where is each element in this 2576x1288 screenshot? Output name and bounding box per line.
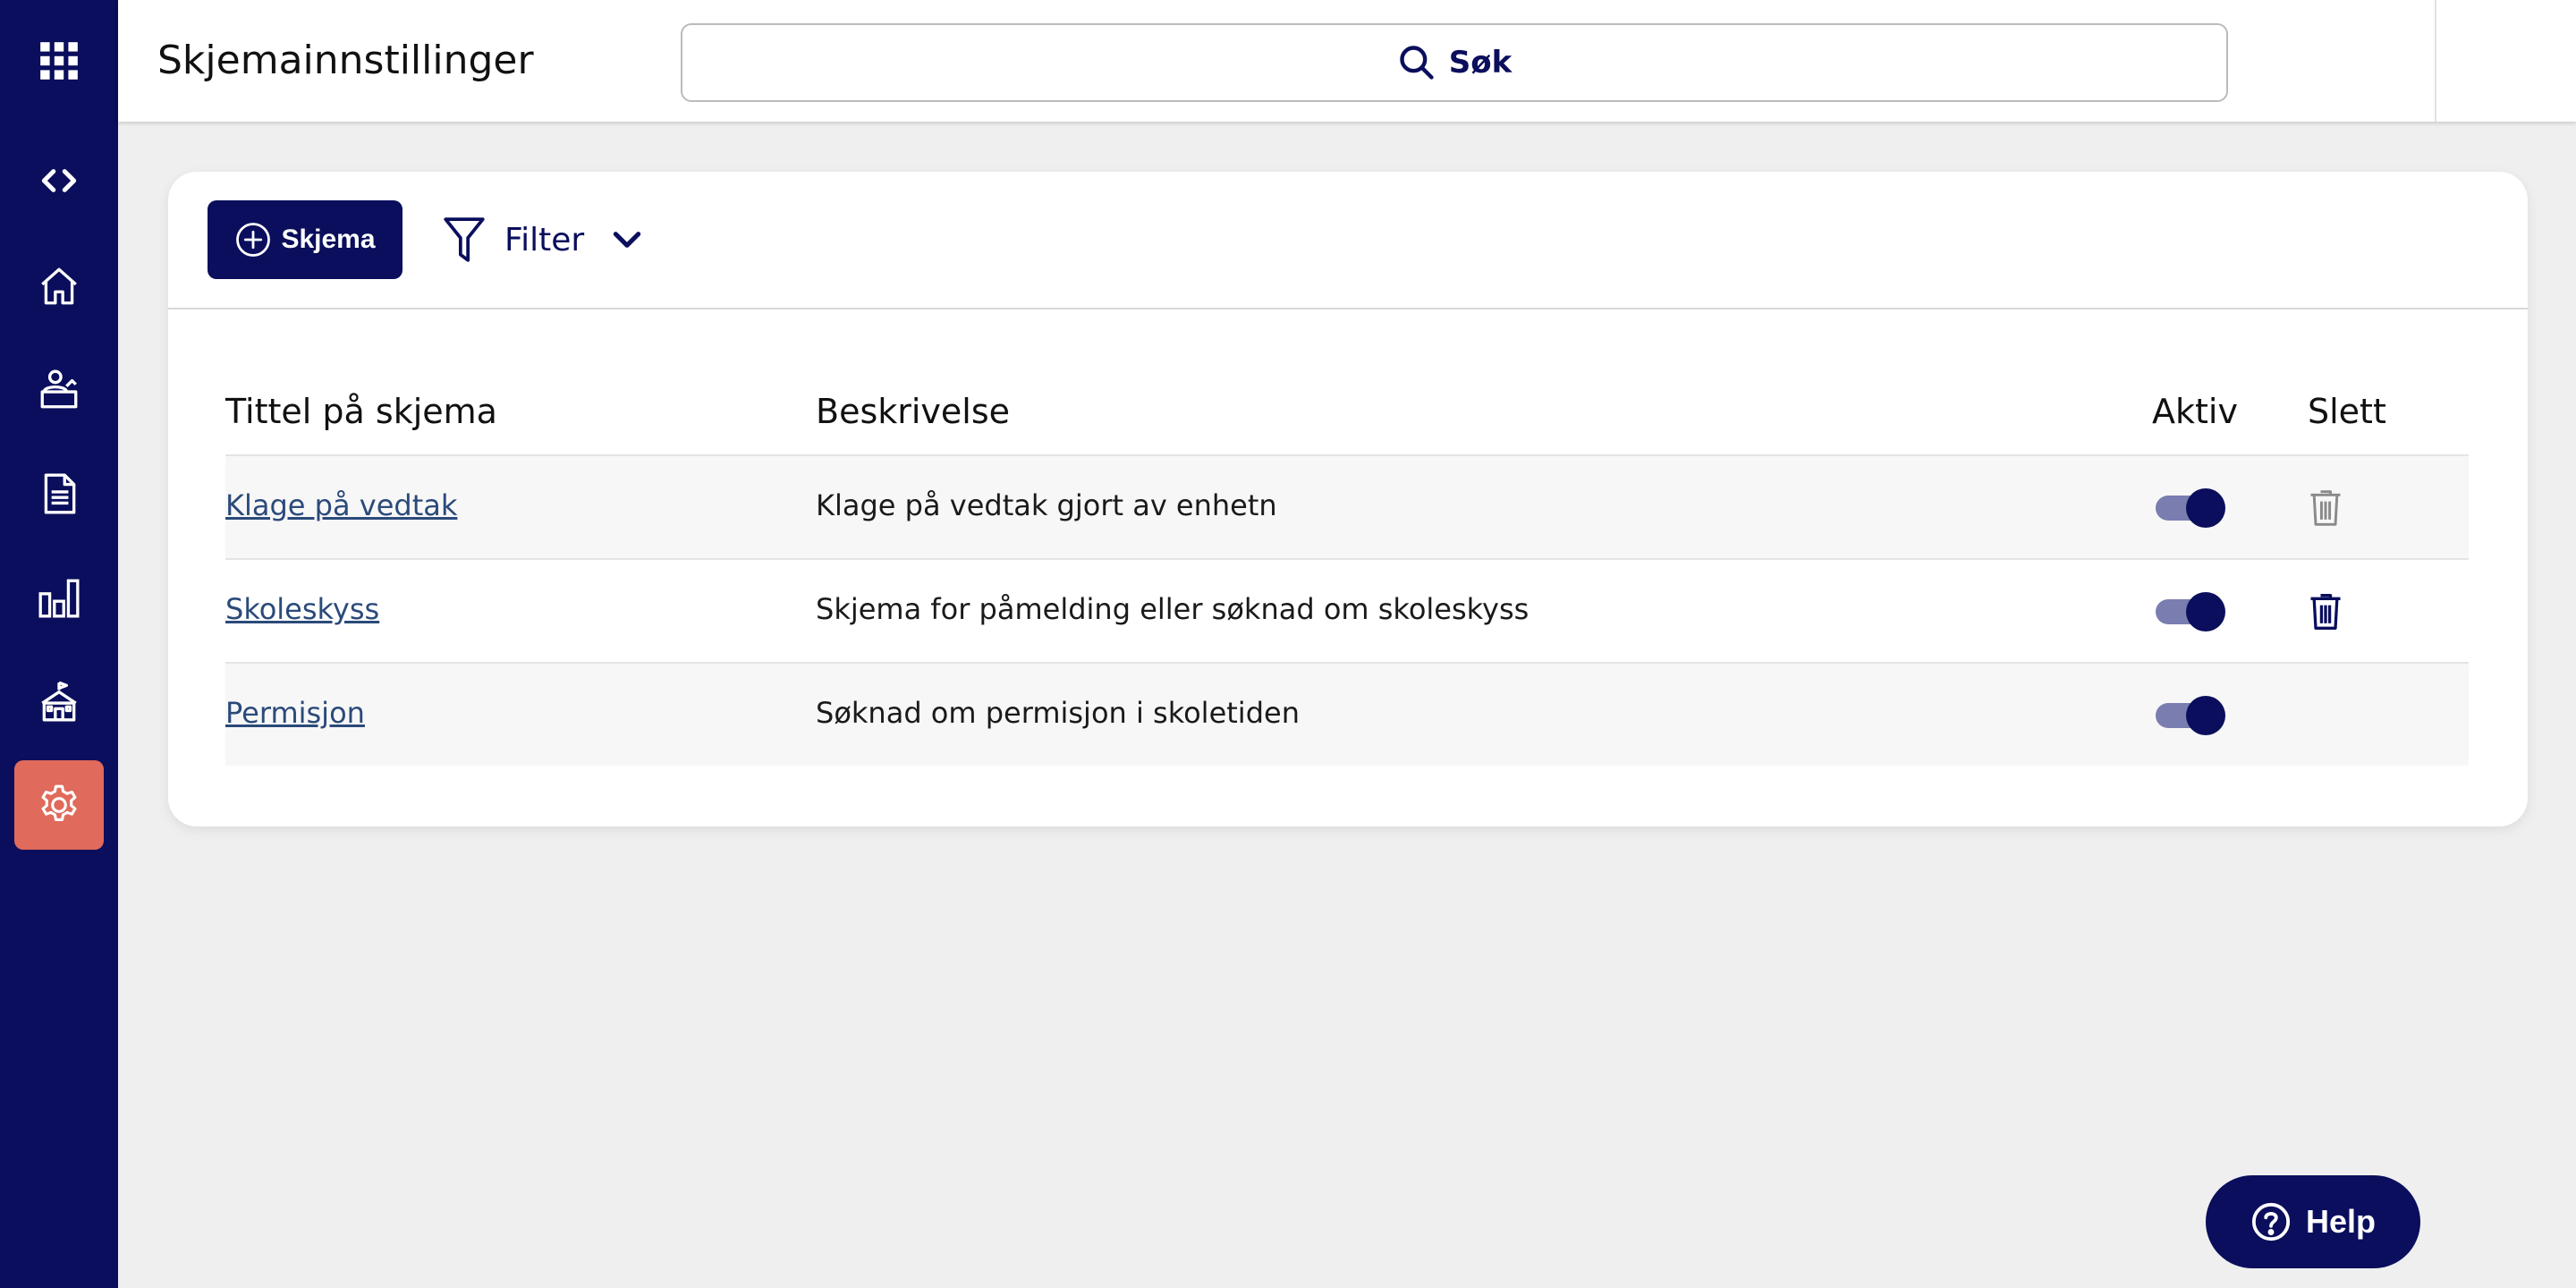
forms-table: Tittel på skjema Beskrivelse Aktiv Slett… [225, 370, 2469, 766]
active-toggle[interactable] [2156, 696, 2227, 735]
sidebar-item-schools[interactable] [14, 657, 104, 746]
collapse-arrows-icon [41, 169, 77, 192]
help-label: Help [2305, 1203, 2376, 1240]
help-icon [2251, 1202, 2291, 1241]
table-row: Skoleskyss Skjema for påmelding eller sø… [225, 560, 2469, 664]
table-row: Klage på vedtak Klage på vedtak gjort av… [225, 456, 2469, 560]
bar-chart-icon [38, 579, 80, 618]
forms-card: Skjema Filter Tittel på skjema Beskrivel… [168, 172, 2528, 826]
sidebar-item-settings[interactable] [14, 760, 104, 850]
sidebar-toggle-button[interactable] [14, 136, 104, 225]
column-header-title: Tittel på skjema [225, 392, 497, 431]
header-divider [2435, 0, 2436, 122]
trash-icon[interactable] [2308, 592, 2343, 631]
active-toggle[interactable] [2156, 592, 2227, 631]
filter-icon [444, 217, 485, 262]
gear-icon [41, 784, 77, 822]
sidebar [0, 0, 118, 1288]
column-header-description: Beskrivelse [816, 392, 1011, 431]
table-row: Permisjon Søknad om permisjon i skoletid… [225, 664, 2469, 766]
sidebar-item-apps[interactable] [14, 16, 104, 106]
search-icon [1400, 46, 1434, 80]
form-description: Søknad om permisjon i skoletiden [816, 696, 1300, 730]
table-header-row: Tittel på skjema Beskrivelse Aktiv Slett [225, 370, 2469, 456]
active-toggle[interactable] [2156, 488, 2227, 528]
user-desk-icon [40, 369, 78, 409]
form-description: Klage på vedtak gjort av enhetn [816, 488, 1277, 522]
form-description: Skjema for påmelding eller søknad om sko… [816, 592, 1530, 626]
sidebar-item-users[interactable] [14, 345, 104, 435]
search-bar[interactable]: Søk [681, 23, 2228, 102]
apps-grid-icon [40, 42, 78, 80]
form-title-link[interactable]: Skoleskyss [225, 592, 379, 626]
column-header-delete: Slett [2308, 392, 2386, 431]
search-label: Søk [1448, 45, 1513, 80]
form-title-link[interactable]: Klage på vedtak [225, 488, 457, 522]
add-form-button[interactable]: Skjema [208, 200, 402, 279]
form-title-link[interactable]: Permisjon [225, 696, 365, 730]
sidebar-item-statistics[interactable] [14, 553, 104, 642]
add-form-label: Skjema [281, 225, 376, 254]
toggle-knob [2186, 696, 2225, 735]
home-icon [41, 267, 77, 305]
toolbar: Skjema Filter [168, 172, 2528, 309]
trash-icon[interactable] [2308, 488, 2343, 528]
document-icon [44, 473, 76, 514]
toggle-knob [2186, 488, 2225, 528]
toggle-knob [2186, 592, 2225, 631]
column-header-active: Aktiv [2152, 392, 2238, 431]
sidebar-item-documents[interactable] [14, 449, 104, 538]
top-header: Skjemainnstillinger Søk [118, 0, 2576, 122]
page-title: Skjemainnstillinger [157, 38, 534, 83]
sidebar-item-home[interactable] [14, 242, 104, 331]
chevron-down-icon[interactable] [610, 225, 644, 254]
help-button[interactable]: Help [2206, 1175, 2420, 1268]
school-icon [41, 681, 77, 722]
filter-label: Filter [504, 221, 585, 258]
filter-button[interactable]: Filter [442, 213, 584, 267]
plus-circle-icon [236, 223, 271, 257]
